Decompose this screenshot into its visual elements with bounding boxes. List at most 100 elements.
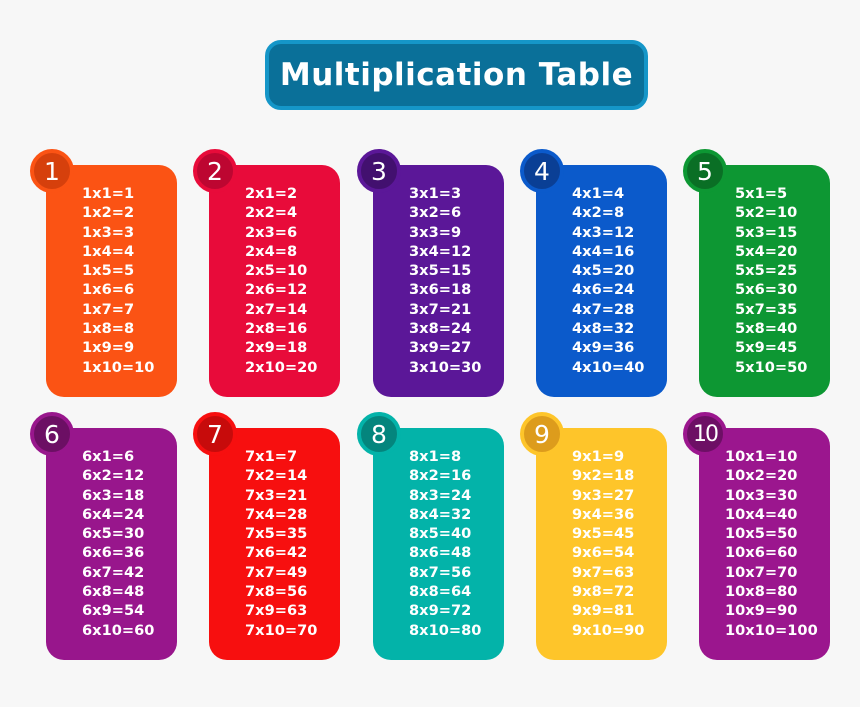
- table-card-6: 6 6x1=6 6x2=12 6x3=18 6x4=24 6x5=30 6x6=36 6x7=…: [30, 412, 177, 660]
- equation-line: 3x3=9: [409, 223, 462, 241]
- equation-line: 1x10=10: [82, 358, 155, 376]
- equation-line: 4x8=32: [572, 320, 635, 338]
- equation-line: 3x1=3: [409, 185, 462, 202]
- equation-line: 7x9=63: [245, 602, 308, 620]
- equation-line: 1x8=8: [82, 320, 135, 338]
- equation-line: 7x1=7: [245, 448, 298, 465]
- equation-line: 3x10=30: [409, 358, 482, 376]
- equation-line: 3x7=21: [409, 300, 472, 318]
- equation-line: 10x1=10: [725, 448, 798, 465]
- equation-line: 2x6=12: [245, 281, 308, 299]
- table-card-2: 2 2x1=2 2x2=4 2x3=6 2x4=8 2x5=10 2x6=12 2x7=14 2…: [193, 149, 340, 397]
- equation-line: 8x5=40: [409, 525, 472, 543]
- table-card-3: 3 3x1=3 3x2=6 3x3=9 3x4=12 3x5=15 3x6=18 3x7=21…: [357, 149, 504, 397]
- equation-line: 6x6=36: [82, 544, 145, 562]
- equation-line: 5x2=10: [735, 204, 798, 222]
- number-badge: 4: [520, 149, 564, 193]
- equation-line: 2x1=2: [245, 185, 298, 202]
- equation-line: 4x4=16: [572, 242, 635, 260]
- equation-line: 8x10=80: [409, 621, 482, 639]
- equation-line: 1x9=9: [82, 339, 135, 357]
- equation-line: 4x9=36: [572, 339, 635, 357]
- equation-line: 2x9=18: [245, 339, 308, 357]
- equation-line: 10x5=50: [725, 525, 798, 543]
- equation-list: 9x1=9 9x2=18 9x3=27 9x4=36 9x5=45 9x6=54 9x7=6…: [572, 447, 663, 640]
- equation-line: 4x3=12: [572, 223, 635, 241]
- equation-line: 1x6=6: [82, 281, 135, 299]
- equation-line: 8x8=64: [409, 583, 472, 601]
- equation-line: 6x9=54: [82, 602, 145, 620]
- equation-line: 7x3=21: [245, 486, 308, 504]
- equation-line: 2x5=10: [245, 262, 308, 280]
- equation-line: 1x4=4: [82, 242, 135, 260]
- equation-line: 10x3=30: [725, 486, 798, 504]
- equation-line: 3x4=12: [409, 242, 472, 260]
- number-badge: 7: [193, 412, 237, 456]
- equation-line: 10x9=90: [725, 602, 798, 620]
- equation-line: 8x4=32: [409, 505, 472, 523]
- equation-line: 5x3=15: [735, 223, 798, 241]
- equation-line: 8x6=48: [409, 544, 472, 562]
- equation-line: 8x9=72: [409, 602, 472, 620]
- equation-line: 6x7=42: [82, 563, 145, 581]
- equation-line: 9x3=27: [572, 486, 635, 504]
- equation-line: 2x8=16: [245, 320, 308, 338]
- table-card-8: 8 8x1=8 8x2=16 8x3=24 8x4=32 8x5=40 8x6=48 8x7=…: [357, 412, 504, 660]
- equation-list: 10x1=10 10x2=20 10x3=30 10x4=40 10x5=50 10x6=…: [725, 447, 826, 640]
- equation-line: 4x1=4: [572, 185, 625, 202]
- number-badge: 2: [193, 149, 237, 193]
- equation-line: 5x8=40: [735, 320, 798, 338]
- equation-line: 7x4=28: [245, 505, 308, 523]
- number-badge: 9: [520, 412, 564, 456]
- equation-line: 10x7=70: [725, 563, 798, 581]
- equation-line: 1x7=7: [82, 300, 135, 318]
- table-card-9: 9 9x1=9 9x2=18 9x3=27 9x4=36 9x5=45 9x6=54 9x7=…: [520, 412, 667, 660]
- number-badge: 5: [683, 149, 727, 193]
- table-card-5: 5 5x1=5 5x2=10 5x3=15 5x4=20 5x5=25 5x6=30 5x7=…: [683, 149, 830, 397]
- equation-line: 7x8=56: [245, 583, 308, 601]
- equation-line: 1x1=1: [82, 185, 135, 202]
- equation-line: 10x2=20: [725, 467, 798, 485]
- equation-line: 4x7=28: [572, 300, 635, 318]
- equation-line: 7x7=49: [245, 563, 308, 581]
- equation-line: 5x6=30: [735, 281, 798, 299]
- equation-line: 9x7=63: [572, 563, 635, 581]
- equation-line: 6x4=24: [82, 505, 145, 523]
- equation-list: 3x1=3 3x2=6 3x3=9 3x4=12 3x5=15 3x6=18 3x7=21 3…: [409, 184, 500, 377]
- equation-line: 3x8=24: [409, 320, 472, 338]
- equation-line: 9x1=9: [572, 448, 625, 465]
- equation-line: 7x2=14: [245, 467, 308, 485]
- page-title: Multiplication Table: [279, 57, 634, 93]
- equation-line: 2x3=6: [245, 223, 298, 241]
- equation-line: 6x5=30: [82, 525, 145, 543]
- equation-line: 3x2=6: [409, 204, 462, 222]
- equation-list: 5x1=5 5x2=10 5x3=15 5x4=20 5x5=25 5x6=30 5x7=3…: [735, 184, 826, 377]
- equation-line: 9x9=81: [572, 602, 635, 620]
- equation-line: 6x1=6: [82, 448, 135, 465]
- number-badge: 3: [357, 149, 401, 193]
- number-badge: 8: [357, 412, 401, 456]
- table-card-7: 7 7x1=7 7x2=14 7x3=21 7x4=28 7x5=35 7x6=42 7x7=…: [193, 412, 340, 660]
- equation-list: 2x1=2 2x2=4 2x3=6 2x4=8 2x5=10 2x6=12 2x7=14 2x…: [245, 184, 336, 377]
- equation-line: 9x4=36: [572, 505, 635, 523]
- equation-line: 4x5=20: [572, 262, 635, 280]
- equation-line: 5x7=35: [735, 300, 798, 318]
- table-card-10: 10 10x1=10 10x2=20 10x3=30 10x4=40 10x5=50 10x…: [683, 412, 830, 660]
- equation-line: 2x4=8: [245, 242, 298, 260]
- number-badge: 10: [683, 412, 727, 456]
- equation-line: 8x2=16: [409, 467, 472, 485]
- equation-line: 6x3=18: [82, 486, 145, 504]
- equation-line: 5x5=25: [735, 262, 798, 280]
- equation-line: 4x2=8: [572, 204, 625, 222]
- equation-line: 4x10=40: [572, 358, 645, 376]
- equation-line: 8x7=56: [409, 563, 472, 581]
- number-badge: 1: [30, 149, 74, 193]
- equation-line: 6x2=12: [82, 467, 145, 485]
- equation-line: 3x5=15: [409, 262, 472, 280]
- equation-line: 8x1=8: [409, 448, 462, 465]
- equation-line: 9x6=54: [572, 544, 635, 562]
- title-banner: Multiplication Table: [265, 40, 648, 110]
- equation-line: 8x3=24: [409, 486, 472, 504]
- equation-line: 9x2=18: [572, 467, 635, 485]
- equation-list: 8x1=8 8x2=16 8x3=24 8x4=32 8x5=40 8x6=48 8x7=5…: [409, 447, 500, 640]
